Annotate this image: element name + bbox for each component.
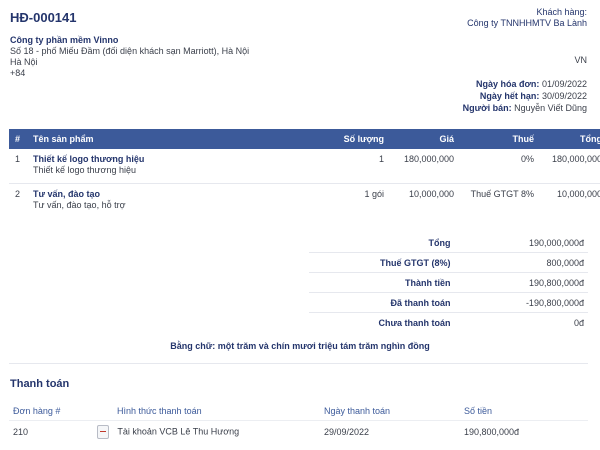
unpaid-value: 0đ: [573, 317, 584, 328]
items-table: # Tên sản phẩm Số lượng Giá Thuế Tổng 1 …: [9, 129, 600, 218]
item-index: 2: [15, 189, 21, 199]
col-qty: Số lượng: [257, 129, 390, 149]
payments-header-row: Đơn hàng # Hình thức thanh toán Ngày tha…: [9, 402, 588, 421]
invoice-number: HĐ-000141: [10, 10, 77, 25]
payment-method: Tài khoản VCB Lê Thu Hương: [117, 426, 240, 437]
paid-label: Đã thanh toán: [309, 292, 455, 313]
item-tax: Thuế GTGT 8%: [470, 189, 534, 199]
seller-row: Người bán: Nguyễn Viết Dũng: [463, 102, 587, 114]
tax-label: Thuế GTGT (8%): [309, 252, 455, 273]
company-phone: +84: [10, 68, 26, 78]
payments-table: Đơn hàng # Hình thức thanh toán Ngày tha…: [9, 402, 588, 443]
col-tax: Thuế: [460, 129, 540, 149]
company-city: Hà Nội: [10, 57, 38, 67]
due-date: 30/09/2022: [541, 91, 587, 101]
unpaid-label: Chưa thanh toán: [378, 317, 451, 328]
col-product: Tên sản phẩm: [27, 129, 257, 149]
seller-name: Nguyễn Viết Dũng: [514, 103, 587, 113]
item-tax: 0%: [460, 149, 540, 184]
items-header-row: # Tên sản phẩm Số lượng Giá Thuế Tổng: [9, 129, 600, 149]
company-block: Công ty phần mềm Vinno Số 18 - phố Miếu …: [10, 35, 249, 79]
totals-table: Tổng 190,000,000đ Thuế GTGT (8%) 800,000…: [309, 233, 588, 332]
grand-total-row: Thành tiền 190,800,000đ: [309, 272, 588, 293]
invoice-date: 01/09/2022: [541, 79, 587, 89]
payment-amount: 190,800,000đ: [460, 420, 588, 443]
total-label: Tổng: [309, 233, 455, 253]
payments-title: Thanh toán: [10, 378, 70, 390]
paid-value: -190,800,000đ: [454, 292, 588, 313]
item-name[interactable]: Tư vấn, đào tạo: [33, 189, 251, 200]
unpaid-row: Chưa thanh toán 0đ: [309, 313, 588, 333]
col-order: Đơn hàng #: [13, 406, 61, 416]
tax-row: Thuế GTGT (8%) 800,000đ: [309, 252, 588, 273]
item-qty: 1 gói: [364, 189, 384, 199]
section-divider: [9, 363, 588, 364]
company-name: Công ty phần mềm Vinno: [10, 35, 119, 45]
seller-label: Người bán:: [462, 103, 512, 113]
tax-value: 800,000đ: [454, 252, 588, 273]
col-total: Tổng: [540, 129, 600, 149]
col-method: Hình thức thanh toán: [117, 406, 202, 416]
payment-row: 210 Tài khoản VCB Lê Thu Hương 29/09/202…: [9, 420, 588, 443]
item-description: Thiết kế logo thương hiệu: [33, 165, 136, 175]
col-index: #: [9, 129, 27, 149]
item-price: 10,000,000: [408, 189, 454, 199]
payment-order[interactable]: 210: [9, 420, 93, 443]
pdf-file-icon[interactable]: [97, 425, 109, 439]
item-index: 1: [9, 149, 27, 184]
payment-method-cell: Tài khoản VCB Lê Thu Hương: [93, 420, 320, 443]
paid-row: Đã thanh toán -190,800,000đ: [309, 292, 588, 313]
col-price: Giá: [390, 129, 460, 149]
invoice-meta: Ngày hóa đơn: 01/09/2022 Ngày hết hạn: 3…: [463, 78, 587, 114]
item-row: 1 Thiết kế logo thương hiệu Thiết kế log…: [9, 149, 600, 184]
company-address: Số 18 - phố Miếu Đầm (đối diện khách sạn…: [10, 46, 250, 56]
invoice-date-row: Ngày hóa đơn: 01/09/2022: [463, 78, 587, 90]
due-date-label: Ngày hết hạn:: [479, 91, 540, 101]
item-description: Tư vấn, đào tạo, hỗ trợ: [33, 200, 126, 210]
due-date-row: Ngày hết hạn: 30/09/2022: [463, 90, 587, 102]
item-name[interactable]: Thiết kế logo thương hiệu: [33, 154, 251, 165]
item-product: Thiết kế logo thương hiệu Thiết kế logo …: [27, 149, 257, 184]
payment-date: 29/09/2022: [320, 420, 460, 443]
grand-total-value: 190,800,000đ: [454, 272, 588, 293]
item-qty: 1: [257, 149, 390, 184]
item-total: 180,000,000: [540, 149, 600, 184]
invoice-date-label: Ngày hóa đơn:: [476, 79, 540, 89]
item-total: 10,000,000: [556, 189, 600, 199]
customer-label: Khách hàng:: [536, 7, 587, 17]
item-product: Tư vấn, đào tạo Tư vấn, đào tạo, hỗ trợ: [27, 184, 257, 219]
company-country: VN: [574, 55, 587, 65]
grand-total-label: Thành tiền: [309, 272, 455, 293]
customer-name[interactable]: Công ty TNNHHMTV Ba Lành: [467, 18, 587, 28]
col-amount: Số tiền: [464, 406, 493, 416]
amount-in-words: Bằng chữ: một trăm và chín mươi triệu tá…: [170, 341, 430, 351]
total-row: Tổng 190,000,000đ: [309, 233, 588, 253]
item-price: 180,000,000: [390, 149, 460, 184]
item-row: 2 Tư vấn, đào tạo Tư vấn, đào tạo, hỗ tr…: [9, 184, 600, 219]
total-value: 190,000,000đ: [454, 233, 588, 253]
col-date: Ngày thanh toán: [324, 406, 391, 416]
